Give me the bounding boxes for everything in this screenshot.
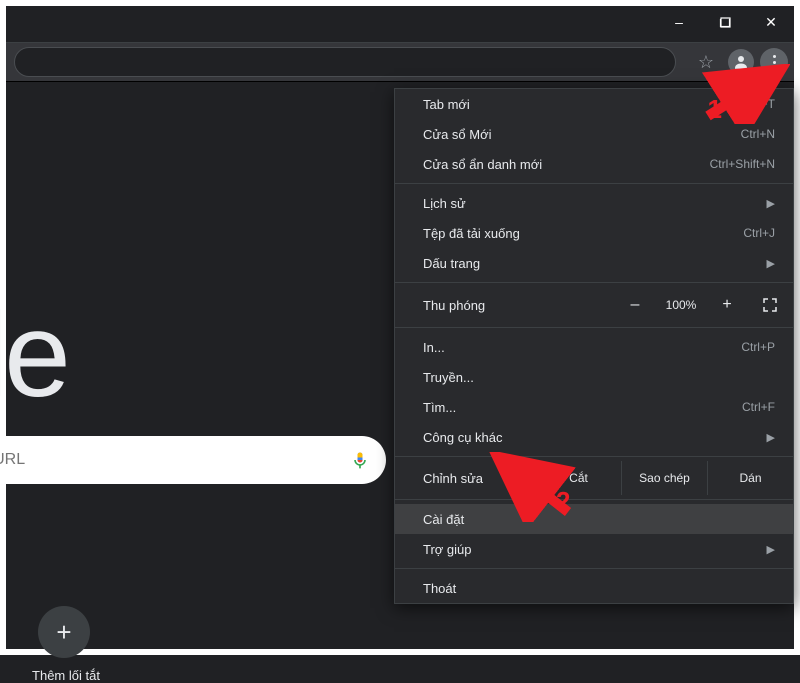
add-shortcut-button[interactable]: + <box>38 606 90 658</box>
menu-edit-row: Chỉnh sửa Cắt Sao chép Dán <box>395 461 793 495</box>
menu-separator <box>395 456 793 457</box>
menu-item-cast[interactable]: Truyền... <box>395 362 793 392</box>
profile-avatar-icon[interactable] <box>728 49 754 75</box>
zoom-out-button[interactable]: – <box>621 291 649 319</box>
copy-button[interactable]: Sao chép <box>621 461 707 495</box>
menu-separator <box>395 282 793 283</box>
menu-separator <box>395 327 793 328</box>
edit-label: Chỉnh sửa <box>423 471 535 486</box>
kebab-menu-icon[interactable] <box>760 48 788 76</box>
menu-item-incognito[interactable]: Cửa sổ ẩn danh mới Ctrl+Shift+N <box>395 149 793 179</box>
zoom-in-button[interactable]: + <box>713 291 741 319</box>
chevron-right-icon: ▶ <box>767 257 775 270</box>
menu-zoom-row: Thu phóng – 100% + <box>395 287 793 323</box>
chevron-right-icon: ▶ <box>767 197 775 210</box>
add-shortcut-label: Thêm lối tắt <box>6 668 126 683</box>
search-input[interactable] <box>0 451 350 469</box>
browser-toolbar: ☆ <box>6 42 794 82</box>
menu-item-print[interactable]: In... Ctrl+P <box>395 332 793 362</box>
paste-button[interactable]: Dán <box>707 461 793 495</box>
minimize-button[interactable]: – <box>656 6 702 38</box>
menu-item-settings[interactable]: Cài đặt <box>395 504 793 534</box>
menu-item-downloads[interactable]: Tệp đã tải xuống Ctrl+J <box>395 218 793 248</box>
bookmark-star-icon[interactable]: ☆ <box>690 46 722 78</box>
close-button[interactable]: ✕ <box>748 6 794 38</box>
menu-item-new-tab[interactable]: Tab mới Ctrl+T <box>395 89 793 119</box>
menu-item-history[interactable]: Lịch sử ▶ <box>395 188 793 218</box>
menu-separator <box>395 568 793 569</box>
menu-item-new-window[interactable]: Cửa sổ Mới Ctrl+N <box>395 119 793 149</box>
chevron-right-icon: ▶ <box>767 543 775 556</box>
chevron-right-icon: ▶ <box>767 431 775 444</box>
menu-item-exit[interactable]: Thoát <box>395 573 793 603</box>
cut-button[interactable]: Cắt <box>535 461 621 495</box>
zoom-percent: 100% <box>659 298 703 312</box>
menu-separator <box>395 499 793 500</box>
menu-item-bookmarks[interactable]: Dấu trang ▶ <box>395 248 793 278</box>
maximize-button[interactable] <box>702 6 748 38</box>
fullscreen-icon[interactable] <box>757 292 783 318</box>
search-box[interactable] <box>0 436 386 484</box>
address-bar[interactable] <box>14 47 676 77</box>
menu-item-more-tools[interactable]: Công cụ khác ▶ <box>395 422 793 452</box>
voice-search-icon[interactable] <box>350 450 370 470</box>
zoom-label: Thu phóng <box>423 298 621 313</box>
menu-item-help[interactable]: Trợ giúp ▶ <box>395 534 793 564</box>
chrome-main-menu: Tab mới Ctrl+T Cửa sổ Mới Ctrl+N Cửa sổ … <box>394 88 794 604</box>
google-logo: ogle <box>0 286 67 424</box>
menu-separator <box>395 183 793 184</box>
window-controls: – ✕ <box>656 6 794 38</box>
menu-item-find[interactable]: Tìm... Ctrl+F <box>395 392 793 422</box>
